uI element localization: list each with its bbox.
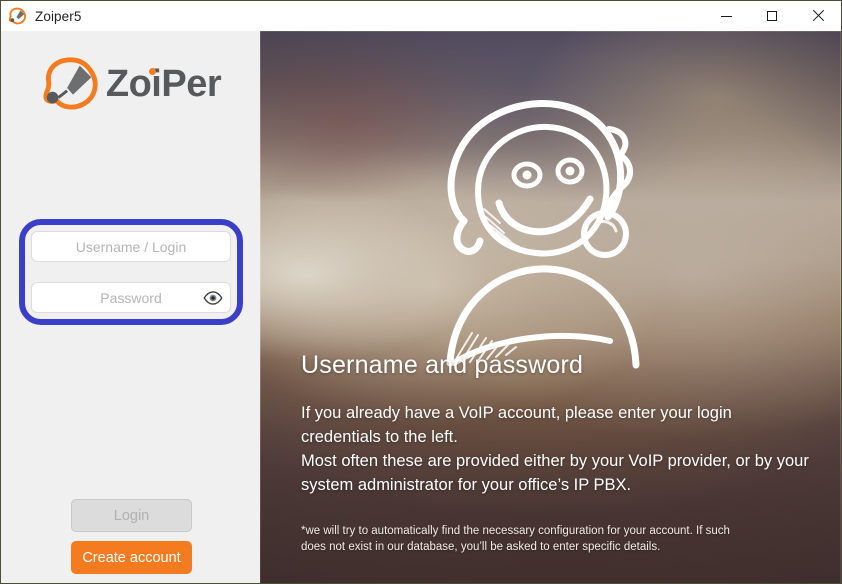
zoiper-login-window: Zoiper5 ZoiPer Username / Login Login Cr…: [0, 0, 842, 584]
username-field[interactable]: [31, 231, 231, 262]
info-body: If you already have a VoIP account, plea…: [301, 404, 809, 494]
login-button-label: Login: [113, 507, 150, 524]
maximize-button[interactable]: [749, 1, 795, 31]
create-account-button[interactable]: Create account: [71, 541, 192, 574]
brand-wordmark: ZoiPer: [105, 63, 222, 105]
info-headline: Username and password: [301, 351, 584, 379]
maximize-icon: [767, 11, 777, 21]
password-input[interactable]: [32, 283, 230, 312]
window-controls: [703, 1, 841, 31]
zoiper-icon: [8, 6, 28, 26]
info-panel: Username and password If you already hav…: [260, 31, 841, 583]
window-title: Zoiper5: [35, 8, 82, 24]
zoiper-logo-icon: [40, 53, 102, 115]
wordmark-per: Per: [161, 63, 222, 105]
wordmark-i-dot: [148, 68, 156, 75]
minimize-icon: [720, 15, 732, 17]
close-icon: [812, 10, 824, 22]
eye-icon[interactable]: [203, 290, 223, 305]
login-button[interactable]: Login: [71, 499, 192, 532]
minimize-button[interactable]: [703, 1, 749, 31]
create-account-button-label: Create account: [82, 549, 181, 566]
title-bar: Zoiper5: [1, 1, 841, 31]
username-input[interactable]: [32, 232, 230, 261]
close-button[interactable]: [795, 1, 841, 31]
info-footnote: *we will try to automatically find the n…: [301, 525, 730, 553]
password-field[interactable]: [31, 282, 231, 313]
brand-logo: ZoiPer: [1, 53, 260, 115]
login-panel: ZoiPer Login Create acco: [1, 31, 260, 583]
info-text-block: Username and password If you already hav…: [301, 351, 811, 555]
wordmark-zo: Zo: [105, 63, 152, 105]
